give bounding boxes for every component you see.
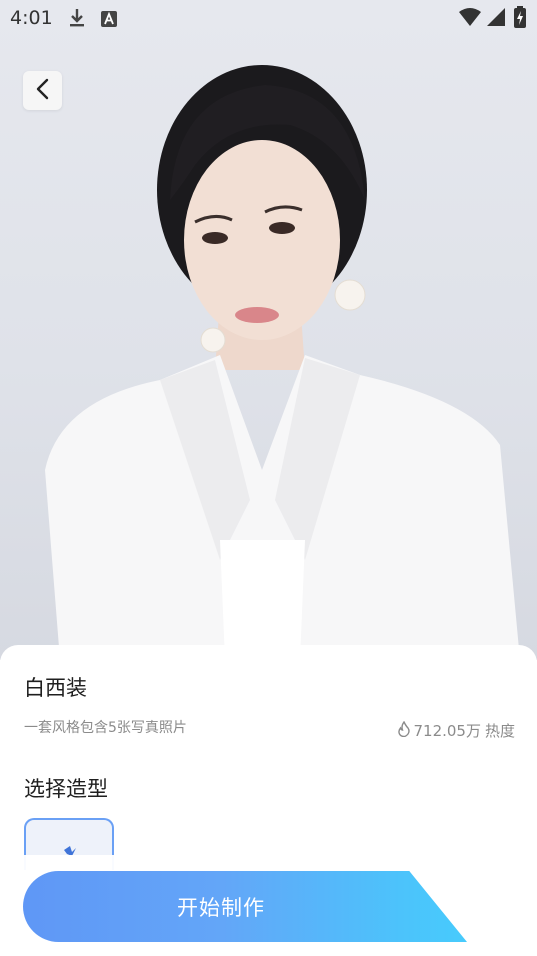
flame-icon [397, 720, 411, 741]
carousel-indicator-active[interactable] [228, 615, 254, 621]
wifi-icon [459, 8, 481, 31]
back-button[interactable] [23, 71, 62, 110]
heat-count: 712.05万 热度 [397, 720, 515, 741]
heat-value: 712.05万 [413, 722, 481, 740]
status-bar: 4:01 [0, 0, 537, 36]
style-title: 白西装 [24, 676, 87, 700]
portrait-illustration [45, 65, 520, 660]
section-title: 选择造型 [24, 777, 108, 801]
battery-charging-icon [514, 6, 526, 33]
carousel-indicator[interactable] [278, 615, 286, 621]
carousel-indicator[interactable] [262, 615, 270, 621]
carousel-indicator[interactable] [294, 615, 302, 621]
a-badge-icon [101, 10, 117, 32]
status-time: 4:01 [10, 7, 53, 29]
cellular-signal-icon [487, 8, 505, 31]
chevron-left-icon [35, 78, 51, 104]
hero-image [0, 0, 537, 660]
style-description: 一套风格包含5张写真照片 [24, 720, 187, 736]
start-button[interactable]: 开始制作 [23, 871, 467, 942]
heat-label: 热度 [484, 722, 515, 740]
download-icon [68, 8, 86, 33]
start-button-label: 开始制作 [177, 895, 265, 920]
